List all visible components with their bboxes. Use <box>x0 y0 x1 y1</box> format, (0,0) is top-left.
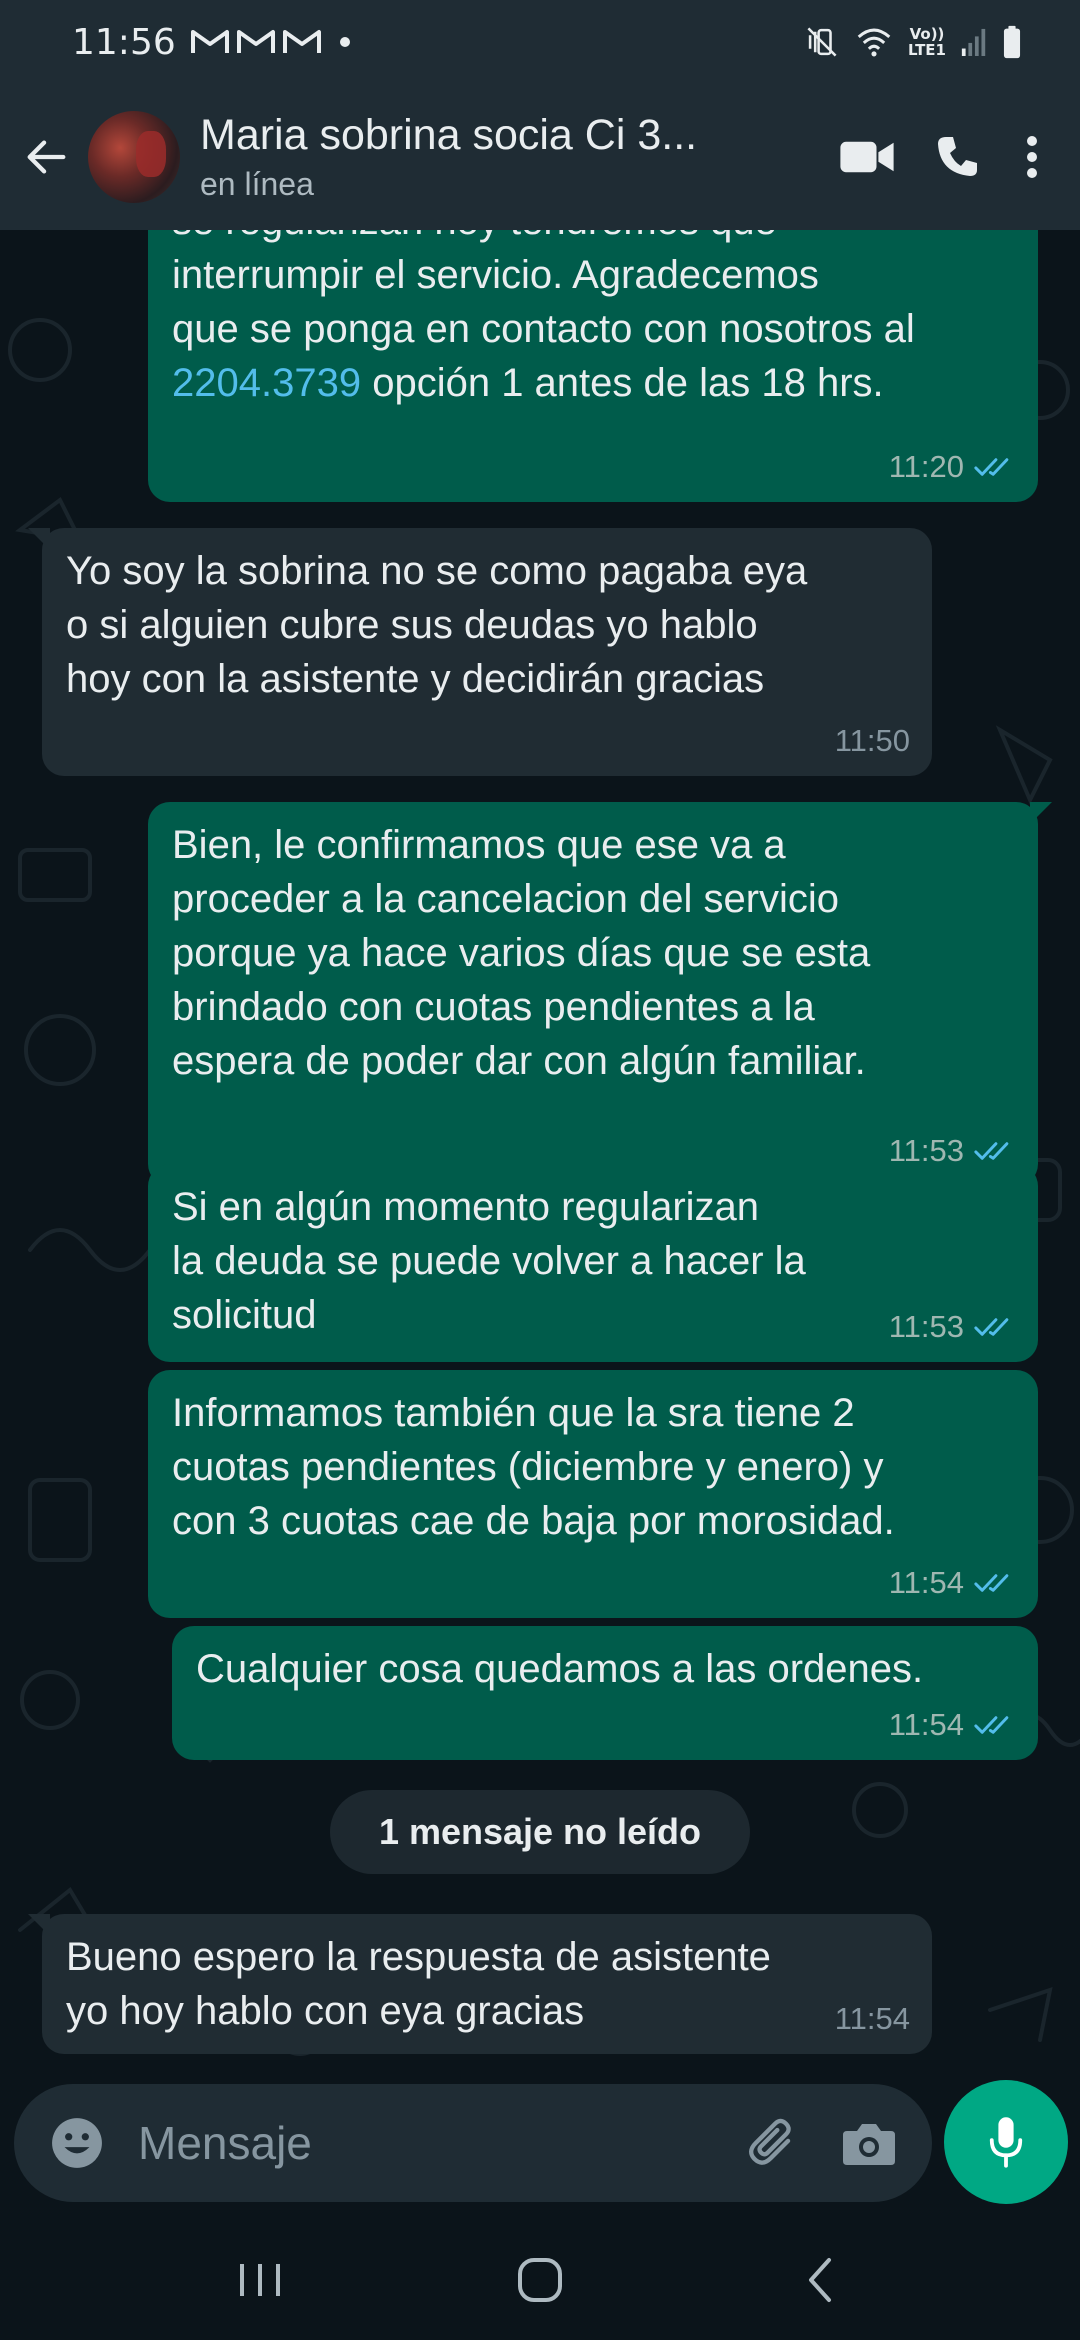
message-meta: 11:20 <box>889 440 1016 494</box>
recent-apps-button[interactable] <box>200 2235 320 2325</box>
message-bubble-outgoing[interactable]: Si en algún momento regularizan la deuda… <box>148 1164 1038 1362</box>
message-text: Bueno espero la respuesta de asistente y… <box>66 1935 771 2033</box>
message-bubble-outgoing[interactable]: Bien, le confirmamos que ese va a proced… <box>148 802 1052 1186</box>
gmail-icon <box>190 30 229 53</box>
more-vertical-icon <box>1027 136 1037 178</box>
double-check-icon <box>974 1318 1009 1336</box>
message-time: 11:54 <box>888 1565 964 1600</box>
message-bubble-outgoing[interactable]: Cualquier cosa quedamos a las ordenes. 1… <box>172 1626 1038 1760</box>
message-time: 11:54 <box>834 2001 910 2036</box>
phone-number-link[interactable]: 2204.3739 <box>172 361 361 405</box>
network-type-label: Vo)) LTE1 <box>908 25 946 59</box>
vibrate-mute-icon <box>807 27 837 57</box>
camera-icon <box>843 2124 895 2165</box>
contact-name: Maria sobrina socia Ci 3... <box>200 111 698 159</box>
status-time: 11:56 <box>72 21 176 63</box>
status-bar: 11:56 Vo)) LTE1 <box>0 0 1080 84</box>
message-input[interactable] <box>138 2116 736 2170</box>
message-meta: 11:54 <box>889 1698 1016 1752</box>
message-time: 11:53 <box>888 1309 964 1344</box>
emoji-button[interactable] <box>40 2105 114 2181</box>
back-button[interactable] <box>18 129 74 185</box>
home-icon <box>518 2258 562 2302</box>
contact-info[interactable]: Maria sobrina socia Ci 3... en línea <box>200 111 697 203</box>
unread-messages-divider: 1 mensaje no leído <box>330 1790 750 1874</box>
more-notifications-dot <box>339 37 350 47</box>
message-bubble-outgoing[interactable]: Informamos también que la sra tiene 2 cu… <box>148 1370 1038 1618</box>
microphone-icon <box>989 2117 1023 2168</box>
message-text: Cualquier cosa quedamos a las ordenes. <box>196 1647 924 1691</box>
message-bubble-incoming[interactable]: Bueno espero la respuesta de asistente y… <box>28 1914 932 2054</box>
contact-status: en línea <box>200 166 314 202</box>
signal-icon <box>961 28 986 56</box>
gmail-icon <box>282 30 321 53</box>
voice-record-button[interactable] <box>944 2080 1068 2204</box>
voice-call-button[interactable] <box>912 117 1002 197</box>
double-check-icon <box>974 1716 1009 1734</box>
recent-apps-icon <box>240 2264 280 2296</box>
message-meta: 11:50 <box>835 714 910 768</box>
double-check-icon <box>974 458 1009 476</box>
back-icon <box>809 2258 831 2302</box>
battery-icon <box>1003 25 1021 59</box>
system-navigation-bar <box>0 2220 1080 2340</box>
phone-icon <box>938 137 977 176</box>
camera-button[interactable] <box>832 2105 906 2181</box>
video-camera-icon <box>840 141 894 173</box>
message-time: 11:50 <box>834 723 910 758</box>
message-composer <box>14 2084 932 2202</box>
chat-area[interactable]: se regularizan hoy tendremos que interru… <box>0 230 1080 2088</box>
contact-avatar[interactable] <box>88 111 180 203</box>
arrow-left-icon <box>27 140 66 174</box>
message-time: 11:54 <box>888 1707 964 1742</box>
notification-icons <box>190 28 322 56</box>
attach-button[interactable] <box>736 2105 810 2181</box>
message-text: Yo soy la sobrina no se como pagaba eya … <box>66 549 808 701</box>
message-meta: 11:54 <box>889 1556 1016 1610</box>
double-check-icon <box>974 1142 1009 1160</box>
message-bubble-outgoing[interactable]: se regularizan hoy tendremos que interru… <box>148 230 1038 502</box>
paperclip-icon <box>749 2118 791 2165</box>
message-time: 11:20 <box>888 449 964 484</box>
home-button[interactable] <box>480 2235 600 2325</box>
double-check-icon <box>974 1574 1009 1592</box>
gmail-icon <box>236 30 275 53</box>
nav-back-button[interactable] <box>760 2235 880 2325</box>
message-meta: 11:54 <box>835 1992 910 2046</box>
wifi-icon <box>857 28 891 57</box>
chat-header: Maria sobrina socia Ci 3... en línea <box>0 84 1080 230</box>
message-text: Bien, le confirmamos que ese va a proced… <box>172 823 871 1083</box>
message-meta: 11:53 <box>889 1300 1016 1354</box>
message-text: se regularizan hoy tendremos que interru… <box>172 230 915 405</box>
more-options-button[interactable] <box>1002 117 1062 197</box>
video-call-button[interactable] <box>822 117 912 197</box>
emoji-icon <box>52 2118 102 2168</box>
message-text: Informamos también que la sra tiene 2 cu… <box>172 1391 895 1543</box>
message-bubble-incoming[interactable]: Yo soy la sobrina no se como pagaba eya … <box>28 528 932 776</box>
message-text: Si en algún momento regularizan la deuda… <box>172 1185 806 1337</box>
